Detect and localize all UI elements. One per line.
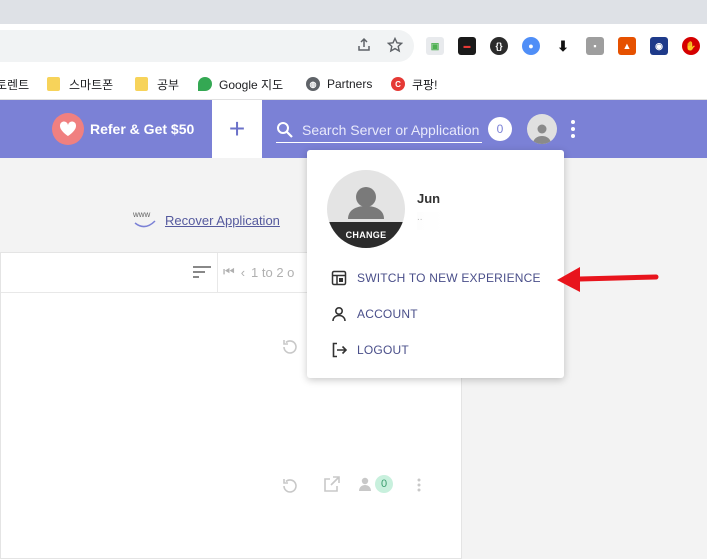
row-options-icon[interactable] [416, 477, 422, 493]
plus-icon: + [228, 113, 246, 144]
profile-avatar[interactable]: CHANGE [327, 170, 405, 248]
refer-label: Refer & Get $50 [90, 121, 195, 137]
recover-application-label: Recover Application [165, 212, 280, 228]
logout-icon [332, 342, 347, 358]
maps-pin-icon [198, 77, 212, 91]
recover-application-link[interactable]: www Recover Application [133, 208, 280, 232]
extension-magnifier-icon[interactable]: ◉ [650, 37, 668, 55]
user-email: .. [417, 212, 559, 230]
open-external-icon[interactable] [323, 475, 341, 493]
extension-search-icon[interactable]: ● [522, 37, 540, 55]
more-options-icon[interactable] [566, 118, 580, 140]
search-placeholder: Search Server or Application [302, 121, 480, 138]
browser-toolbar: ▣ ▬ {} ● ⬇ ▪ ▲ ◉ ✋ [0, 24, 707, 68]
search-icon [277, 121, 293, 138]
heart-icon [52, 113, 84, 145]
bookmark-study[interactable]: 공부 [135, 75, 179, 93]
bookmark-google-maps[interactable]: Google 지도 [198, 75, 283, 93]
globe-icon: ◍ [306, 77, 320, 91]
change-avatar-button[interactable]: CHANGE [327, 222, 405, 248]
coupang-icon: C [391, 77, 405, 91]
extension-braces-icon[interactable]: {} [490, 37, 508, 55]
folder-icon [47, 77, 60, 91]
collaborator-count-badge: 0 [375, 475, 393, 493]
extension-photo-icon[interactable]: ▣ [426, 37, 444, 55]
bookmark-torrent[interactable]: 토렌트 [0, 75, 29, 93]
extension-adblock-icon[interactable]: ✋ [682, 37, 700, 55]
user-menu-dropdown: CHANGE Jun .. SWITCH TO NEW EXPERIENCE A… [307, 150, 564, 378]
search-result-count: 0 [488, 117, 512, 141]
person-icon [332, 306, 346, 322]
pagination: ⏮ ‹ 1 to 2 o [223, 264, 294, 280]
refer-button[interactable]: Refer & Get $50 [52, 113, 194, 145]
extension-person-icon[interactable]: ▪ [586, 37, 604, 55]
bookmark-partners[interactable]: ◍ Partners [306, 75, 372, 93]
bookmark-smartphone[interactable]: 스마트폰 [47, 75, 113, 93]
logout-item[interactable]: LOGOUT [331, 338, 409, 362]
collaborator-icon [359, 477, 371, 491]
add-server-button[interactable]: + [212, 100, 262, 158]
extension-download-icon[interactable]: ⬇ [554, 37, 572, 55]
annotation-arrow-icon [557, 267, 659, 292]
switch-to-new-experience-item[interactable]: SWITCH TO NEW EXPERIENCE [331, 266, 541, 290]
bookmark-coupang[interactable]: C 쿠팡! [391, 75, 437, 93]
prev-page-icon[interactable]: ‹ [241, 265, 245, 280]
share-icon[interactable] [354, 35, 374, 55]
history-icon[interactable] [281, 338, 299, 356]
bookmark-star-icon[interactable] [385, 35, 405, 55]
www-icon: www [133, 209, 157, 231]
user-avatar-button[interactable] [527, 114, 557, 144]
first-page-icon[interactable]: ⏮ [223, 264, 235, 280]
browser-tab-strip [0, 0, 707, 24]
toolbar-divider [217, 253, 218, 293]
history-icon[interactable] [281, 477, 299, 495]
sort-icon[interactable] [193, 265, 211, 279]
address-bar[interactable] [0, 30, 414, 62]
account-item[interactable]: ACCOUNT [331, 302, 418, 326]
user-name: Jun [417, 191, 441, 206]
extension-red-block-icon[interactable]: ▬ [458, 37, 476, 55]
pagination-text: 1 to 2 o [251, 264, 295, 280]
bookmarks-bar: 토렌트 스마트폰 공부 Google 지도 ◍ Partners C 쿠팡! [0, 68, 707, 100]
layout-icon [331, 270, 347, 286]
avatar-icon [533, 124, 551, 144]
extension-lighthouse-icon[interactable]: ▲ [618, 37, 636, 55]
search-input[interactable]: Search Server or Application [276, 117, 482, 143]
folder-icon [135, 77, 148, 91]
